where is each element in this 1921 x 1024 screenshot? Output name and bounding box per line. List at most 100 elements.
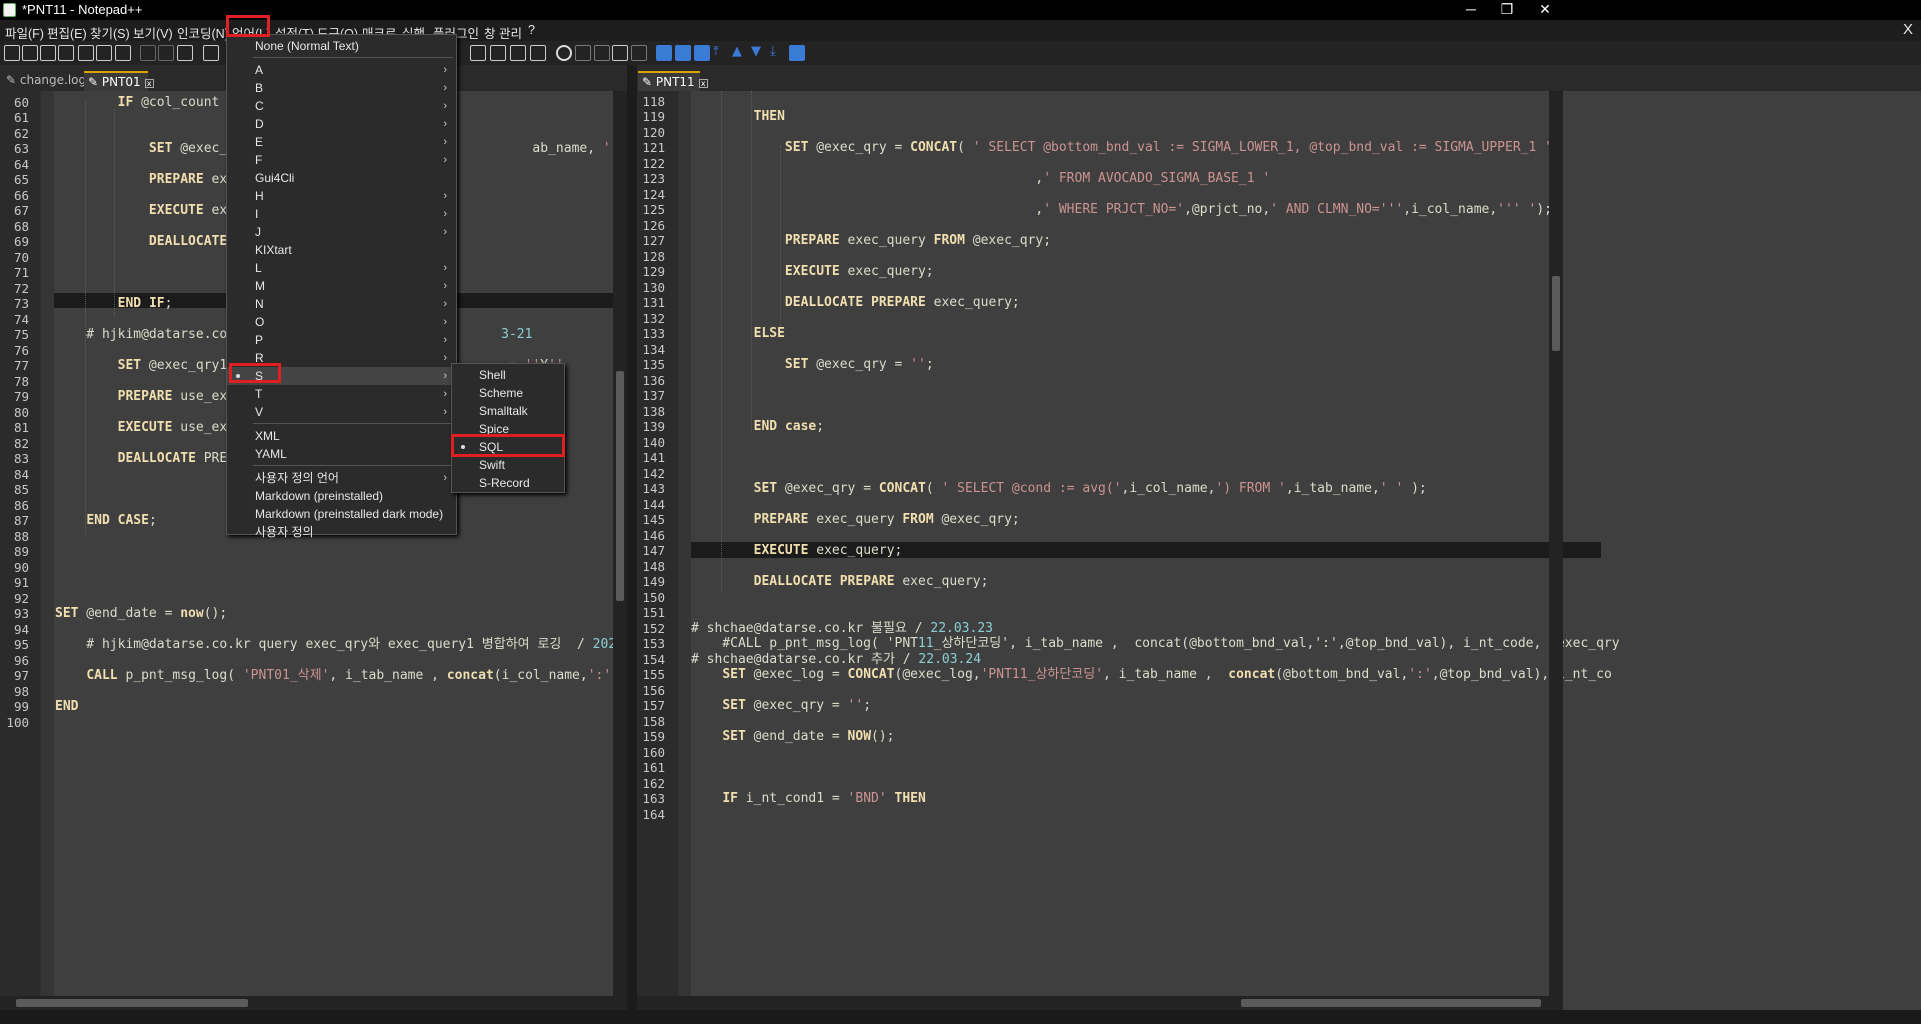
code-line[interactable]: ,' WHERE PRJCT_NO=',@prjct_no,' AND CLMN… <box>691 202 1620 218</box>
code-line[interactable] <box>55 622 627 638</box>
tab-pnt01[interactable]: ✎ PNT01 x <box>84 71 154 91</box>
language-item-markdown-preinstalled-[interactable]: Markdown (preinstalled) <box>227 487 456 505</box>
language-item-o[interactable]: O › <box>227 313 456 331</box>
code-line[interactable] <box>691 187 1620 203</box>
stop-macro-icon[interactable] <box>575 45 591 61</box>
compare-clear-icon[interactable] <box>694 45 710 61</box>
code-line[interactable]: ELSE <box>691 326 1620 342</box>
code-line[interactable] <box>691 404 1620 420</box>
code-line[interactable] <box>691 156 1620 172</box>
code-line[interactable] <box>691 605 1620 621</box>
code-line[interactable] <box>691 559 1620 575</box>
document-map-icon[interactable] <box>510 45 526 61</box>
code-line[interactable] <box>691 776 1620 792</box>
code-line[interactable] <box>691 528 1620 544</box>
language-item-yaml[interactable]: YAML <box>227 445 456 463</box>
language-item-c[interactable]: C › <box>227 97 456 115</box>
code-line[interactable]: SET @exec_qry = CONCAT( ' SELECT @bottom… <box>691 140 1620 156</box>
scroll-thumb[interactable] <box>616 371 624 601</box>
record-macro-icon[interactable] <box>556 45 572 61</box>
compare-lines-icon[interactable] <box>675 45 691 61</box>
code-line[interactable] <box>55 684 627 700</box>
menu-window[interactable]: 창 관리 <box>484 23 522 42</box>
language-item-v[interactable]: V › <box>227 403 456 421</box>
last-diff-icon[interactable]: ⤓ <box>770 45 786 61</box>
pane-splitter[interactable] <box>627 65 637 1024</box>
save-all-icon[interactable] <box>58 45 74 61</box>
play-macro-icon[interactable] <box>594 45 610 61</box>
code-line[interactable] <box>691 683 1620 699</box>
code-line[interactable] <box>691 497 1620 513</box>
language-item-d[interactable]: D › <box>227 115 456 133</box>
copy-icon[interactable] <box>158 45 174 61</box>
code-line[interactable] <box>55 560 627 576</box>
code-line[interactable] <box>691 435 1620 451</box>
code-line[interactable]: PREPARE exec_query FROM @exec_qry; <box>691 233 1620 249</box>
code-line[interactable]: PREPARE exec_query FROM @exec_qry; <box>691 512 1620 528</box>
language-item-사용자-정의-언어[interactable]: 사용자 정의 언어 › <box>227 469 456 487</box>
code-line[interactable]: SET @exec_qry = CONCAT( ' SELECT @cond :… <box>691 481 1620 497</box>
menu-encoding[interactable]: 인코딩(N) <box>177 23 229 42</box>
paste-icon[interactable] <box>177 45 193 61</box>
code-line[interactable]: END case; <box>691 419 1620 435</box>
language-item-j[interactable]: J › <box>227 223 456 241</box>
prev-diff-icon[interactable]: ▲ <box>732 45 748 61</box>
close-icon[interactable] <box>78 45 94 61</box>
code-line[interactable] <box>691 125 1620 141</box>
code-line[interactable]: CALL p_pnt_msg_log( 'PNT01_삭제', i_tab_na… <box>55 668 627 684</box>
language-item-kixtart[interactable]: KIXtart <box>227 241 456 259</box>
right-editor[interactable]: 1171181191201211221231241251261271281291… <box>637 91 1921 1010</box>
code-line[interactable]: IF i_nt_cond1 = 'BND' THEN <box>691 791 1620 807</box>
code-line[interactable]: EXECUTE exec_query; <box>691 264 1620 280</box>
wrap-icon[interactable] <box>470 45 486 61</box>
menu-edit[interactable]: 편집(E) <box>47 23 87 42</box>
language-item-smalltalk[interactable]: Smalltalk <box>452 402 564 420</box>
compare-settings-icon[interactable] <box>789 45 805 61</box>
code-line[interactable]: # shchae@datarse.co.kr 추가 / 22.03.24 <box>691 652 1620 668</box>
language-item-사용자-정의[interactable]: 사용자 정의 <box>227 523 456 541</box>
save-macro-icon[interactable] <box>631 45 647 61</box>
vertical-scrollbar[interactable] <box>1549 91 1563 1010</box>
scroll-thumb[interactable] <box>1241 999 1541 1007</box>
language-item-scheme[interactable]: Scheme <box>452 384 564 402</box>
language-item-m[interactable]: M › <box>227 277 456 295</box>
code-line[interactable] <box>691 249 1620 265</box>
language-item-gui4cli[interactable]: Gui4Cli <box>227 169 456 187</box>
code-line[interactable] <box>55 653 627 669</box>
code-line[interactable]: SET @end_date = NOW(); <box>691 729 1620 745</box>
code-line[interactable] <box>691 807 1620 823</box>
language-item-a[interactable]: A › <box>227 61 456 79</box>
language-item-p[interactable]: P › <box>227 331 456 349</box>
language-item-l[interactable]: L › <box>227 259 456 277</box>
cut-icon[interactable] <box>140 45 156 61</box>
code-line[interactable] <box>691 342 1620 358</box>
monitor-icon[interactable] <box>530 45 546 61</box>
menu-file[interactable]: 파일(F) <box>5 23 44 42</box>
language-item-n[interactable]: N › <box>227 295 456 313</box>
close-button[interactable]: ✕ <box>1522 0 1568 20</box>
language-item-h[interactable]: H › <box>227 187 456 205</box>
horizontal-scrollbar[interactable] <box>637 996 1563 1010</box>
code-line[interactable] <box>55 575 627 591</box>
code-line[interactable]: # hjkim@datarse.co.kr query exec_qry와 ex… <box>55 637 627 653</box>
code-line[interactable] <box>691 311 1620 327</box>
run-macro-multiple-icon[interactable] <box>612 45 628 61</box>
code-line[interactable]: EXECUTE exec_query; <box>691 543 1620 559</box>
code-line[interactable]: # shchae@datarse.co.kr 불필요 / 22.03.23 <box>691 621 1620 637</box>
language-item-xml[interactable]: XML <box>227 427 456 445</box>
new-file-icon[interactable] <box>4 45 20 61</box>
code-line[interactable] <box>691 388 1620 404</box>
code-line[interactable]: END <box>55 699 627 715</box>
save-icon[interactable] <box>40 45 56 61</box>
code-line[interactable]: DEALLOCATE PREPARE exec_query; <box>691 295 1620 311</box>
open-file-icon[interactable] <box>22 45 38 61</box>
code-line[interactable] <box>691 760 1620 776</box>
tab-pnt11[interactable]: ✎ PNT11 x <box>638 71 708 91</box>
print-icon[interactable] <box>115 45 131 61</box>
menu-help[interactable]: ? <box>528 23 535 37</box>
code-line[interactable]: ,' FROM AVOCADO_SIGMA_BASE_1 ' <box>691 171 1620 187</box>
undo-icon[interactable] <box>203 45 219 61</box>
language-item-e[interactable]: E › <box>227 133 456 151</box>
language-item-s-record[interactable]: S-Record <box>452 474 564 492</box>
language-item-b[interactable]: B › <box>227 79 456 97</box>
